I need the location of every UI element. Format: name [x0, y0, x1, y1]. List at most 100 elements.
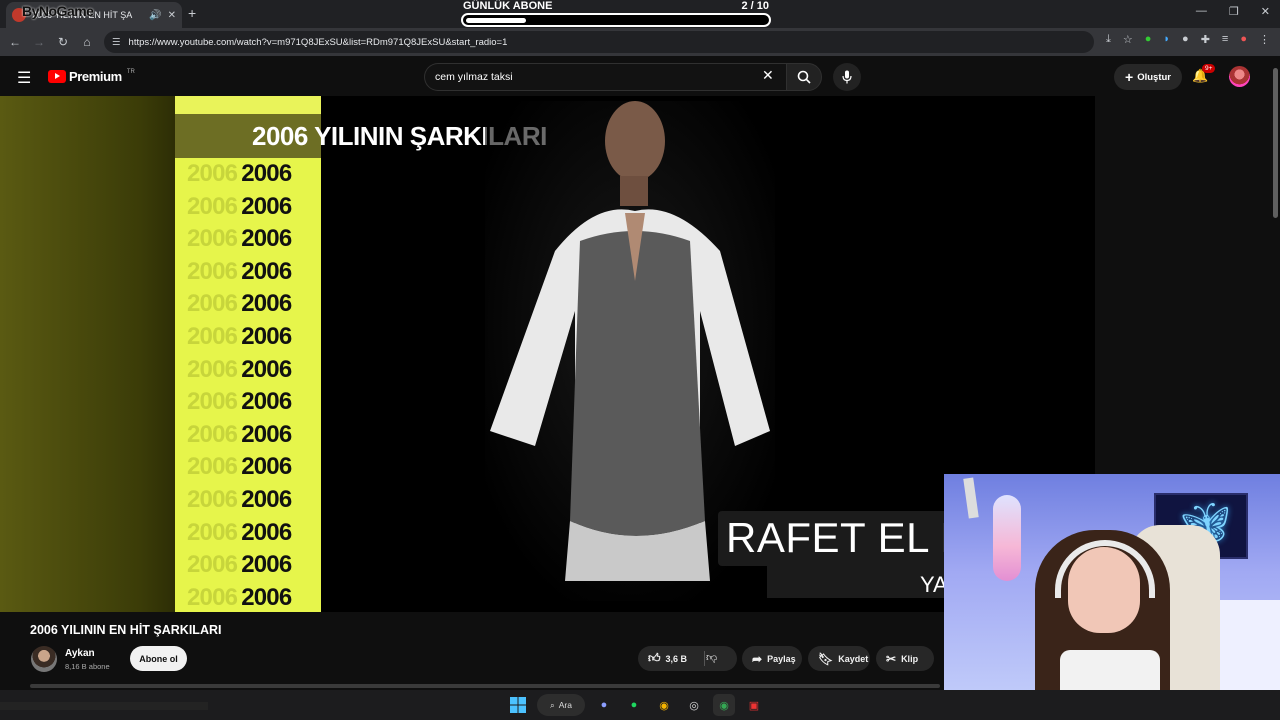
extension-blue-icon[interactable]: ◗ [1163, 33, 1170, 46]
create-button[interactable]: + Oluştur [1114, 64, 1182, 90]
like-button[interactable]: 👍︎ 3,6 B [638, 646, 737, 671]
clip-button[interactable]: ✂ Klip [876, 646, 934, 671]
year-ghost-text: 2006 [187, 290, 238, 318]
search-button[interactable] [786, 63, 822, 91]
youtube-header: ☰ Premium TR cem yılmaz taksi ✕ + Oluştu… [0, 56, 1280, 96]
profile-icon[interactable]: ● [1240, 33, 1247, 46]
year-row: 2006 2006 [187, 160, 292, 188]
video-title: 2006 YILININ EN HİT ŞARKILARI [30, 623, 222, 637]
like-divider [704, 651, 705, 666]
year-text: 2006 [241, 290, 292, 318]
channel-name[interactable]: Aykan [65, 648, 95, 659]
year-text: 2006 [241, 355, 292, 383]
minimize-icon[interactable]: — [1196, 5, 1207, 18]
channel-avatar[interactable] [31, 646, 57, 672]
address-bar[interactable]: ☰ https://www.youtube.com/watch?v=m971Q8… [104, 31, 1094, 53]
year-row: 2006 2006 [187, 518, 292, 547]
video-player[interactable]: 2006 2006 2006 2006 2006 2006 2006 2006 2006 2006… [0, 96, 1095, 612]
year-text: 2006 [241, 388, 292, 416]
youtube-logo-text: Premium [69, 69, 122, 84]
back-icon[interactable]: ← [3, 35, 27, 49]
tab-close-icon[interactable]: ✕ [168, 10, 176, 21]
year-ghost-text: 2006 [187, 453, 238, 481]
year-row: 2006 2006 [187, 486, 292, 514]
save-label: Kaydet [838, 653, 869, 664]
subscribe-button[interactable]: Abone ol [130, 646, 187, 671]
year-ghost-text: 2006 [187, 486, 238, 513]
extension-green-icon[interactable]: ● [1145, 33, 1152, 46]
site-info-icon[interactable]: ☰ [112, 37, 121, 48]
scrollbar-thumb[interactable] [1273, 68, 1278, 218]
year-row: 2006 2006 [187, 290, 292, 318]
share-button[interactable]: ➦ Paylaş [742, 646, 802, 671]
year-text: 2006 [241, 453, 292, 481]
year-row: 2006 2006 [187, 355, 292, 384]
taskbar-left-area [0, 702, 208, 710]
year-row: 2006 2006 [187, 225, 292, 253]
discord-icon[interactable]: ● [593, 694, 615, 716]
search-value: cem yılmaz taksi [435, 71, 513, 83]
year-ghost-text: 2006 [187, 518, 238, 546]
clip-label: Klip [901, 653, 919, 664]
year-row: 2006 2006 [187, 551, 292, 579]
page-scrollbar[interactable] [1271, 60, 1280, 220]
reload-icon[interactable]: ↻ [51, 35, 75, 49]
voice-search-button[interactable] [833, 63, 861, 91]
description-box-edge [30, 684, 940, 688]
year-ghost-text: 2006 [187, 192, 238, 220]
chrome-icon[interactable]: ◉ [653, 694, 675, 716]
chrome-menu-icon[interactable]: ⋮ [1259, 33, 1270, 46]
year-row: 2006 2006 [187, 323, 292, 351]
extension-monkey-icon[interactable]: ● [1182, 33, 1189, 46]
plus-icon: + [1125, 69, 1134, 85]
search-input[interactable]: cem yılmaz taksi [424, 63, 786, 91]
chrome-active-icon[interactable]: ◉ [713, 694, 735, 716]
taskbar-search[interactable]: ⌕ Ara [537, 694, 585, 716]
windows-start-icon[interactable] [507, 694, 529, 716]
thumbs-down-icon[interactable]: 👎︎ [706, 651, 717, 664]
youtube-logo[interactable]: Premium TR [48, 69, 135, 84]
video-left-backdrop [0, 96, 175, 612]
taskbar-search-label: Ara [558, 700, 572, 710]
year-ghost-text: 2006 [187, 388, 238, 416]
region-code: TR [126, 68, 135, 75]
new-tab-button[interactable]: + [188, 5, 196, 21]
save-button[interactable]: 🔖︎ Kaydet [808, 646, 870, 671]
install-app-icon[interactable]: ⤓ [1106, 33, 1111, 46]
scissors-icon: ✂ [886, 651, 897, 666]
browser-tab-strip: 2006 YILININ EN HİT ŞA 🔊 ✕ ByNoGame + GÜ… [0, 0, 1280, 28]
account-avatar[interactable] [1229, 66, 1250, 87]
url-text: https://www.youtube.com/watch?v=m971Q8JE… [128, 36, 508, 48]
year-row: 2006 2006 [187, 257, 292, 286]
year-text: 2006 [241, 583, 292, 611]
share-label: Paylaş [767, 653, 796, 664]
taskbar-icons: ⌕ Ara ● ● ◉ ◎ ◉ ▣ [507, 694, 765, 716]
youtube-play-icon [48, 70, 66, 83]
notification-badge: 9+ [1202, 64, 1216, 73]
hamburger-menu-icon[interactable]: ☰ [17, 68, 31, 88]
tab-audio-icon[interactable]: 🔊 [149, 10, 161, 21]
year-text: 2006 [241, 225, 292, 253]
year-ghost-text: 2006 [187, 551, 238, 579]
streamer-logo-overlay: ByNoGame [22, 3, 94, 19]
extensions-puzzle-icon[interactable]: ✚ [1201, 33, 1210, 46]
year-text: 2006 [241, 160, 292, 187]
forward-icon[interactable]: → [27, 35, 51, 49]
bookmark-star-icon[interactable]: ☆ [1123, 33, 1133, 46]
goal-progress-fill [466, 18, 526, 23]
thumbs-up-icon: 👍︎ [648, 651, 661, 665]
year-row: 2006 2006 [187, 421, 292, 449]
restore-icon[interactable]: ❐ [1229, 5, 1239, 18]
close-window-icon[interactable]: ✕ [1261, 5, 1270, 18]
year-row: 2006 2006 [187, 583, 292, 612]
obs-icon[interactable]: ◎ [683, 694, 705, 716]
home-icon[interactable]: ⌂ [75, 35, 99, 49]
clear-search-icon[interactable]: ✕ [762, 67, 774, 84]
year-text: 2006 [241, 257, 292, 285]
spotify-icon[interactable]: ● [623, 694, 645, 716]
tab-search-icon[interactable]: ≡ [1222, 33, 1228, 46]
year-ghost-text: 2006 [187, 355, 238, 383]
taskbar-search-icon: ⌕ [550, 699, 555, 710]
red-app-icon[interactable]: ▣ [743, 694, 765, 716]
goal-count: 2 / 10 [741, 0, 769, 12]
